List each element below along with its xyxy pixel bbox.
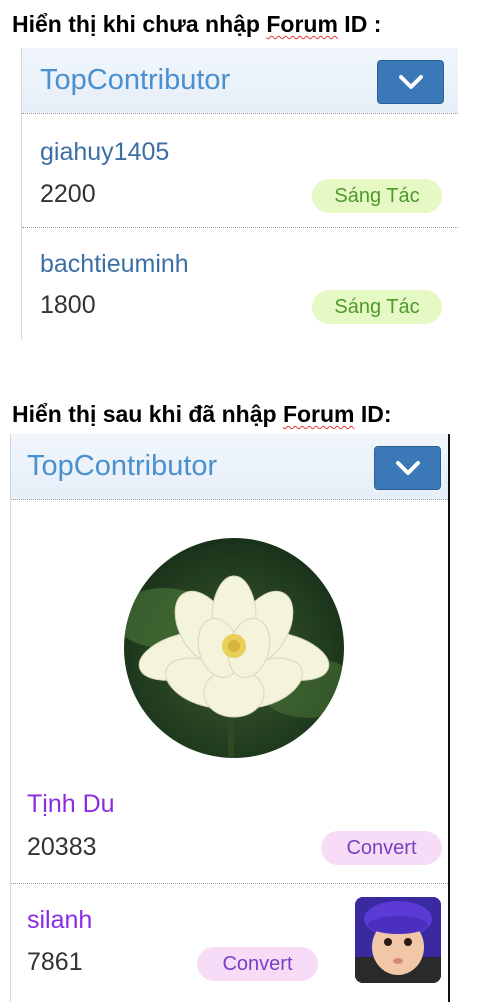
top-contributor-panel-empty: TopContributor giahuy1405 2200 Sáng Tác … bbox=[21, 48, 458, 340]
chevron-down-icon bbox=[399, 75, 423, 89]
list-item: giahuy1405 2200 Sáng Tác bbox=[22, 114, 458, 228]
contributor-score: 2200 bbox=[40, 180, 96, 208]
top-contributor-panel-filled: TopContributor Tịnh Du 20383 Convert sil… bbox=[10, 434, 450, 1002]
contributor-score: 7861 bbox=[27, 948, 83, 976]
section1-heading: Hiển thị khi chưa nhập Forum ID : bbox=[12, 11, 382, 37]
section2-heading: Hiển thị sau khi đã nhập Forum ID: bbox=[12, 401, 392, 427]
dropdown-button[interactable] bbox=[377, 60, 444, 104]
baby-photo-avatar[interactable] bbox=[355, 897, 441, 983]
list-item: bachtieuminh 1800 Sáng Tác bbox=[22, 228, 458, 340]
contributor-name-link[interactable]: Tịnh Du bbox=[27, 790, 115, 819]
panel-header: TopContributor bbox=[11, 434, 448, 500]
contributor-name-link[interactable]: bachtieuminh bbox=[40, 250, 189, 279]
category-tag: Sáng Tác bbox=[312, 179, 442, 213]
category-tag: Sáng Tác bbox=[312, 290, 442, 324]
featured-contributor: Tịnh Du 20383 Convert bbox=[11, 500, 448, 884]
list-item: silanh 7861 Convert bbox=[11, 884, 448, 1002]
category-tag: Convert bbox=[321, 831, 442, 865]
contributor-score: 20383 bbox=[27, 833, 97, 861]
panel-title: TopContributor bbox=[40, 64, 231, 96]
panel-header: TopContributor bbox=[22, 48, 458, 114]
category-tag: Convert bbox=[197, 947, 318, 981]
panel-title: TopContributor bbox=[27, 450, 218, 482]
chevron-down-icon bbox=[396, 461, 420, 475]
contributor-name-link[interactable]: giahuy1405 bbox=[40, 138, 169, 167]
dropdown-button[interactable] bbox=[374, 446, 441, 490]
contributor-name-link[interactable]: silanh bbox=[27, 906, 92, 935]
contributor-score: 1800 bbox=[40, 291, 96, 319]
lotus-flower-avatar[interactable] bbox=[124, 538, 344, 758]
